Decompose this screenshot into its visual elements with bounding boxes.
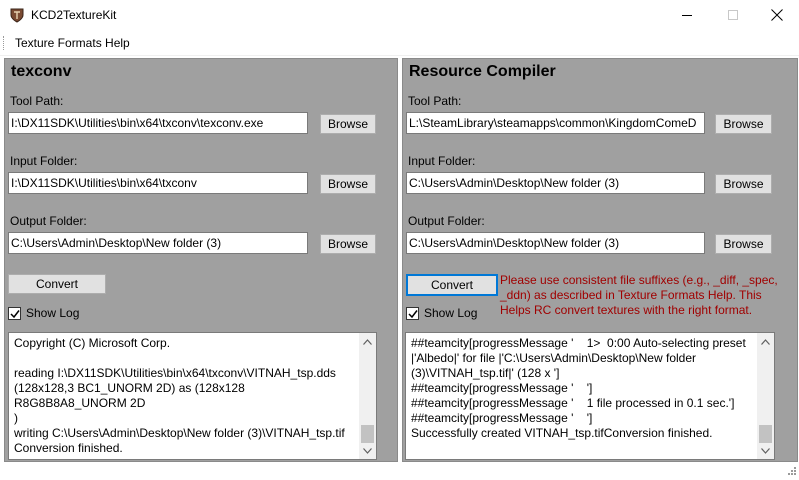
rc-panel: Resource Compiler Tool Path: L:\SteamLib…	[402, 58, 798, 462]
rc-convert-button[interactable]: Convert	[406, 274, 498, 296]
rc-tool-browse-button[interactable]: Browse	[715, 114, 772, 134]
maximize-button[interactable]	[710, 0, 756, 30]
rc-output-browse-button[interactable]: Browse	[715, 234, 772, 254]
texconv-tool-path-label: Tool Path:	[10, 94, 64, 108]
texconv-log-box[interactable]: Copyright (C) Microsoft Corp. reading I:…	[8, 332, 377, 460]
rc-input-folder-input[interactable]: C:\Users\Admin\Desktop\New folder (3)	[406, 172, 705, 194]
texconv-input-folder-input[interactable]: I:\DX11SDK\Utilities\bin\x64\txconv	[8, 172, 308, 194]
texconv-output-folder-label: Output Folder:	[10, 214, 87, 228]
checkmark-icon	[10, 310, 20, 319]
rc-input-browse-button[interactable]: Browse	[715, 174, 772, 194]
rc-tool-path-input[interactable]: L:\SteamLibrary\steamapps\common\Kingdom…	[406, 112, 705, 134]
scroll-up-icon[interactable]	[757, 333, 774, 350]
rc-show-log-checkbox[interactable]	[406, 307, 419, 320]
texconv-convert-button[interactable]: Convert	[8, 274, 106, 294]
texconv-input-folder-label: Input Folder:	[10, 154, 78, 168]
rc-log-scrollbar[interactable]	[757, 333, 774, 459]
rc-output-folder-label: Output Folder:	[408, 214, 485, 228]
maximize-icon	[727, 9, 739, 21]
texconv-log-scroll-thumb[interactable]	[361, 425, 374, 443]
title-bar: KCD2TextureKit	[0, 0, 799, 30]
rc-tool-path-label: Tool Path:	[408, 94, 462, 108]
texconv-show-log-checkbox[interactable]	[8, 307, 21, 320]
close-button[interactable]	[754, 0, 799, 30]
menu-bar: Texture Formats Help	[0, 30, 799, 56]
texconv-panel: texconv Tool Path: I:\DX11SDK\Utilities\…	[4, 58, 398, 462]
checkmark-icon	[408, 310, 418, 319]
rc-input-folder-label: Input Folder:	[408, 154, 476, 168]
app-shield-icon	[9, 7, 25, 23]
menu-item-texture-formats-help[interactable]: Texture Formats Help	[15, 36, 130, 50]
rc-log-box[interactable]: ##teamcity[progressMessage ' 1> 0:00 Aut…	[405, 332, 775, 460]
rc-output-folder-input[interactable]: C:\Users\Admin\Desktop\New folder (3)	[406, 232, 705, 254]
texconv-tool-browse-button[interactable]: Browse	[320, 114, 376, 134]
rc-log-scroll-thumb[interactable]	[759, 425, 772, 443]
texconv-output-folder-input[interactable]: C:\Users\Admin\Desktop\New folder (3)	[8, 232, 308, 254]
texconv-log-scrollbar[interactable]	[359, 333, 376, 459]
scroll-up-icon[interactable]	[359, 333, 376, 350]
texconv-show-log-label[interactable]: Show Log	[26, 306, 79, 320]
rc-show-log-label[interactable]: Show Log	[424, 306, 477, 320]
rc-log-text: ##teamcity[progressMessage ' 1> 0:00 Aut…	[411, 336, 746, 440]
window-title: KCD2TextureKit	[31, 8, 117, 22]
texconv-log-text: Copyright (C) Microsoft Corp. reading I:…	[14, 336, 345, 455]
texconv-output-browse-button[interactable]: Browse	[320, 234, 376, 254]
menu-grip	[3, 36, 5, 50]
minimize-button[interactable]	[664, 0, 710, 30]
close-icon	[771, 9, 783, 21]
minimize-icon	[681, 10, 693, 21]
rc-suffix-warning: Please use consistent file suffixes (e.g…	[500, 273, 778, 317]
texconv-title: texconv	[11, 63, 72, 80]
rc-title: Resource Compiler	[409, 63, 556, 80]
texconv-input-browse-button[interactable]: Browse	[320, 174, 376, 194]
scroll-down-icon[interactable]	[757, 442, 774, 459]
resize-grip-icon[interactable]	[785, 466, 797, 478]
scroll-down-icon[interactable]	[359, 442, 376, 459]
texconv-tool-path-input[interactable]: I:\DX11SDK\Utilities\bin\x64\txconv\texc…	[8, 112, 308, 134]
